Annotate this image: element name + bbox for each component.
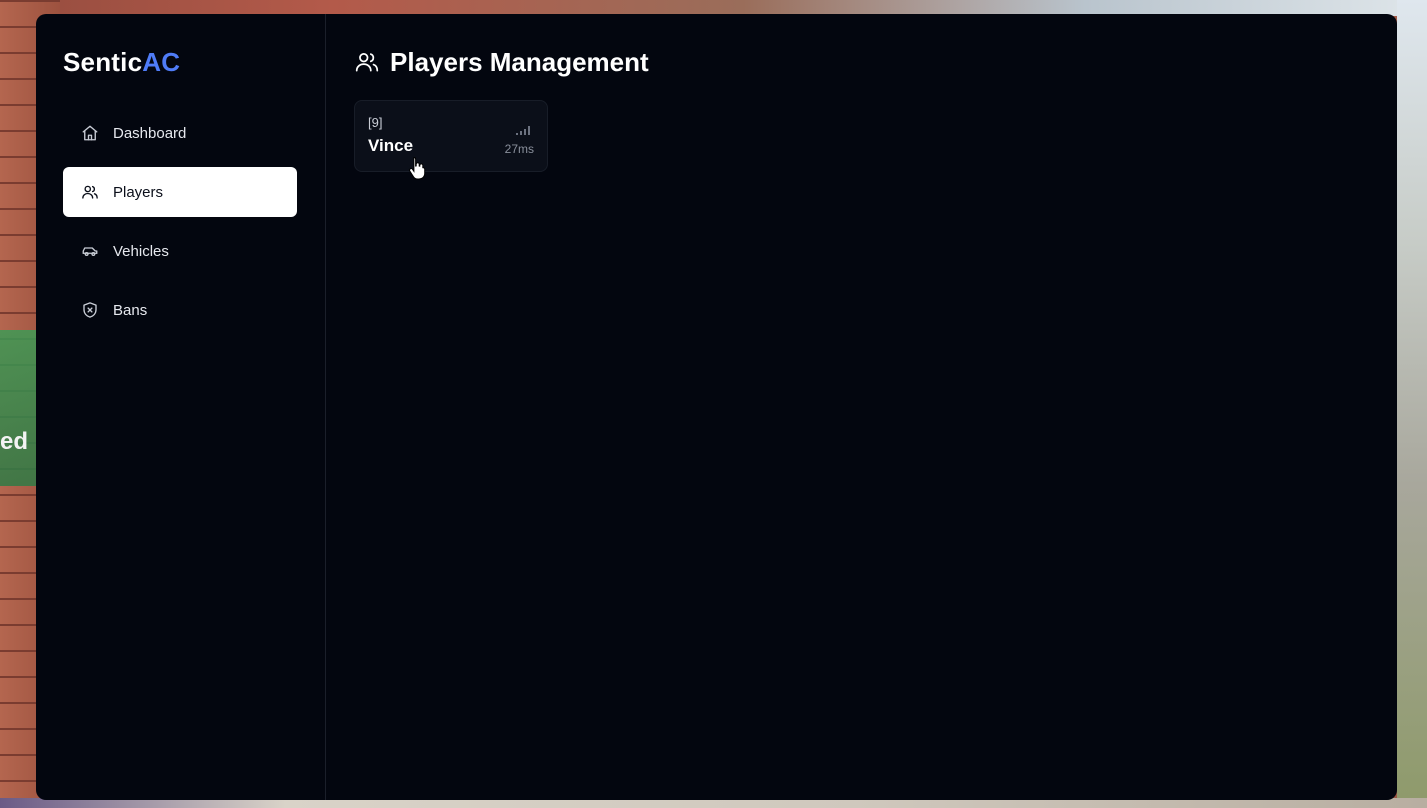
sidebar-item-label: Vehicles xyxy=(113,242,169,260)
sidebar: SenticAC Dashboard Players Vehicles Bans xyxy=(36,14,326,800)
sidebar-item-label: Dashboard xyxy=(113,124,187,142)
background-sign-text: ed xyxy=(0,428,29,455)
hand-cursor-icon xyxy=(409,156,426,180)
admin-panel: SenticAC Dashboard Players Vehicles Bans… xyxy=(36,14,1397,800)
background-street xyxy=(1397,0,1427,808)
signal-icon xyxy=(516,122,530,135)
brand-accent: AC xyxy=(142,47,181,77)
car-icon xyxy=(81,242,99,260)
shield-x-icon xyxy=(81,301,99,319)
sidebar-item-label: Bans xyxy=(113,301,148,319)
sidebar-item-dashboard[interactable]: Dashboard xyxy=(63,108,297,158)
player-id: [9] xyxy=(368,115,383,130)
player-card[interactable]: [9] Vince 27ms xyxy=(354,100,548,172)
page-header: Players Management xyxy=(354,44,1369,80)
player-ping: 27ms xyxy=(504,142,534,156)
background-sign xyxy=(0,330,36,486)
page-title: Players Management xyxy=(390,46,649,77)
brand-name: Sentic xyxy=(63,47,143,77)
users-icon xyxy=(354,49,380,75)
sidebar-item-label: Players xyxy=(113,183,164,201)
brand-logo: SenticAC xyxy=(63,47,297,78)
main-content: Players Management [9] Vince 27ms xyxy=(326,14,1397,800)
home-icon xyxy=(81,124,99,142)
sidebar-item-vehicles[interactable]: Vehicles xyxy=(63,226,297,276)
users-icon xyxy=(81,183,99,201)
sidebar-item-players[interactable]: Players xyxy=(63,167,297,217)
sidebar-item-bans[interactable]: Bans xyxy=(63,285,297,335)
